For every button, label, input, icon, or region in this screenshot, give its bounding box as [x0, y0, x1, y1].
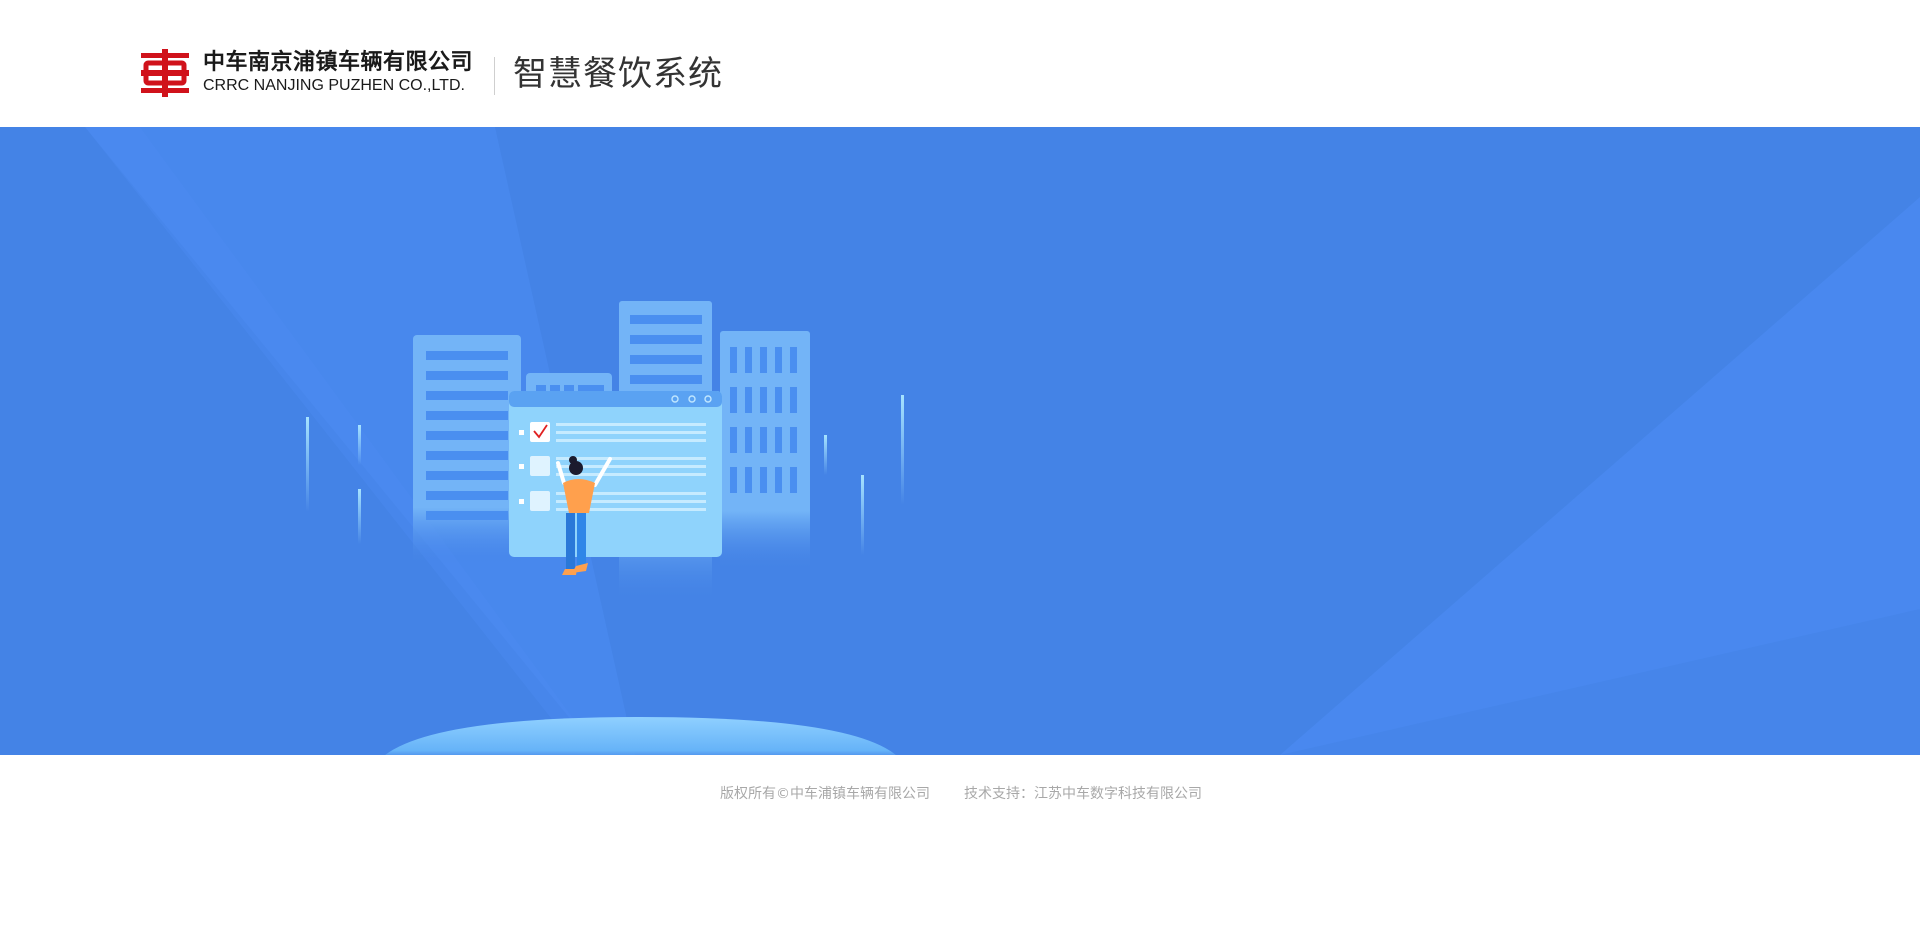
header-divider [494, 57, 495, 95]
copyright-text: 版权所有©中车浦镇车辆有限公司 [720, 786, 930, 802]
system-title: 智慧餐饮系统 [513, 54, 723, 94]
tech-support-text: 技术支持：江苏中车数字科技有限公司 [964, 786, 1202, 802]
company-name-en: CRRC NANJING PUZHEN CO.,LTD. [203, 77, 465, 94]
crrc-logo-icon [141, 49, 189, 97]
company-name-cn: 中车南京浦镇车辆有限公司 [203, 50, 474, 75]
office-checklist-illustration [306, 301, 904, 755]
footer: 版权所有©中车浦镇车辆有限公司 技术支持：江苏中车数字科技有限公司 [0, 755, 1920, 945]
header: 中车南京浦镇车辆有限公司 CRRC NANJING PUZHEN CO.,LTD… [0, 0, 1920, 127]
hero-banner [0, 127, 1920, 755]
